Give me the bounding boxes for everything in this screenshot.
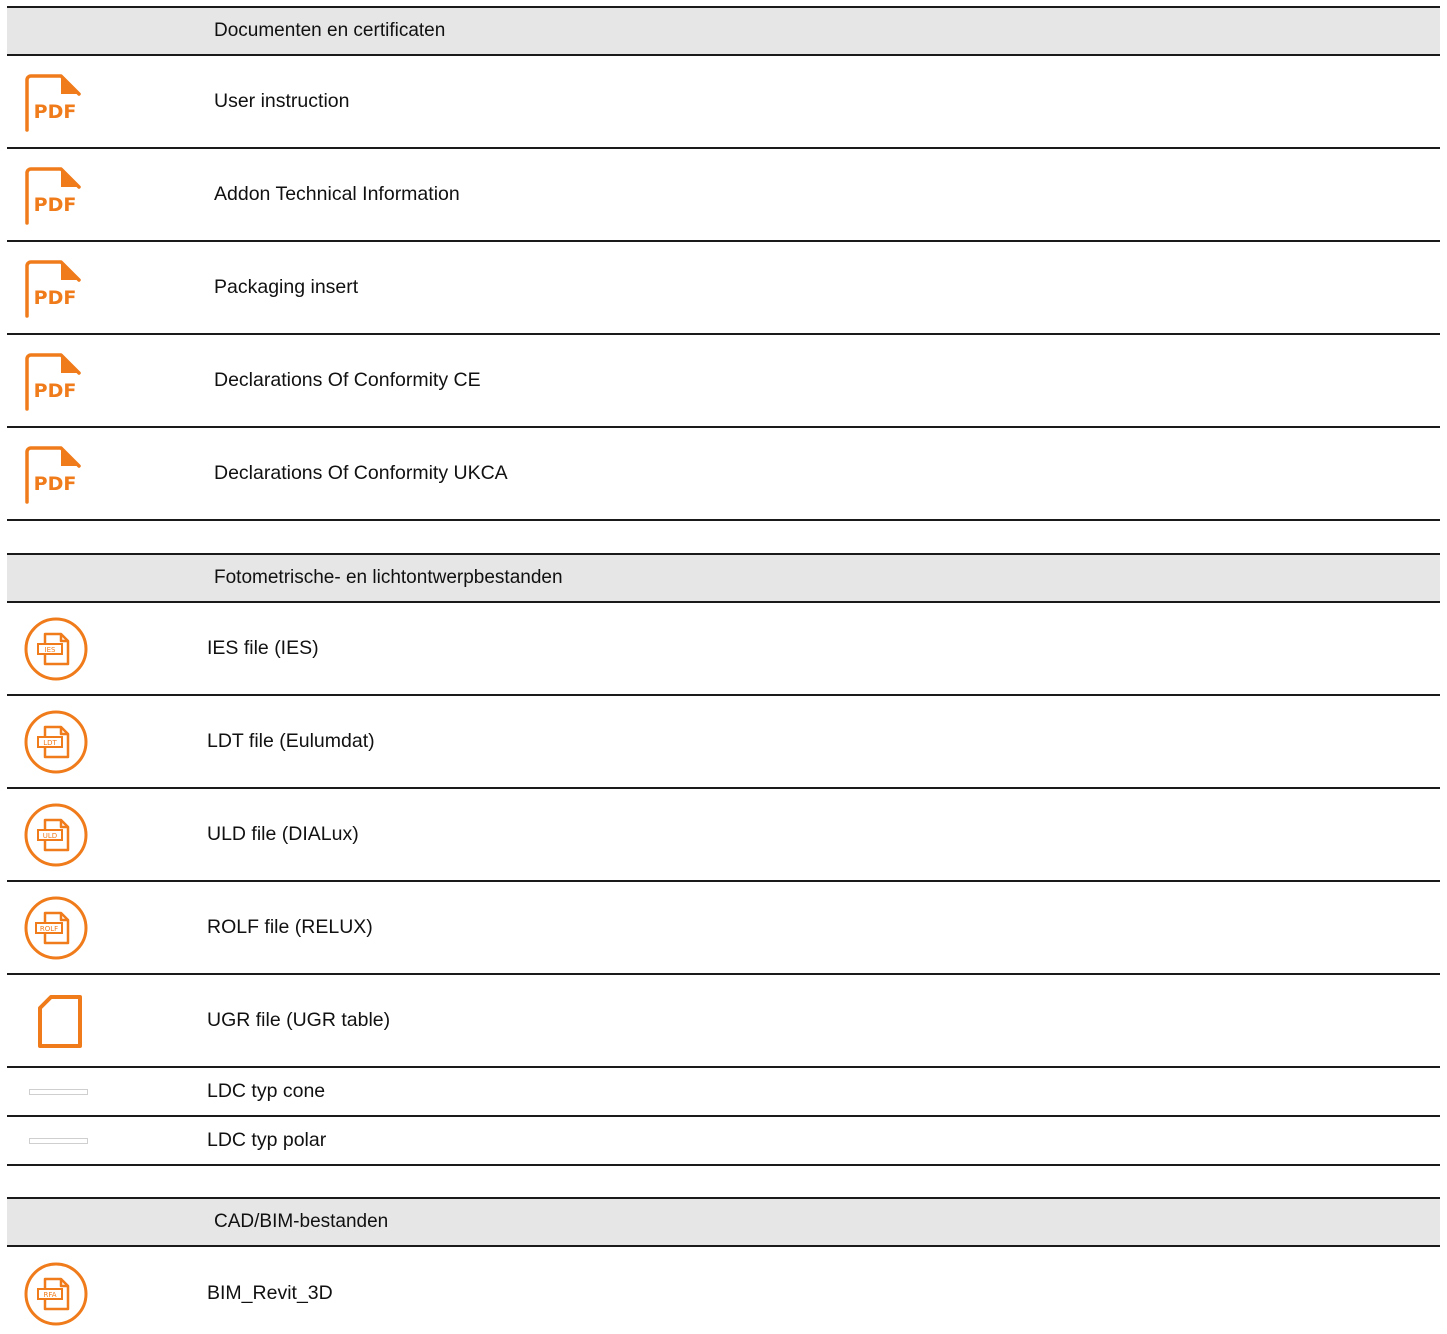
svg-text:RFA: RFA: [43, 1291, 56, 1299]
item-label[interactable]: ULD file (DIALux): [207, 823, 359, 845]
pdf-file-icon: PDF: [23, 349, 87, 413]
rolf-file-icon: ROLF: [23, 895, 89, 961]
section-photometric: Fotometrische- en lichtontwerpbestanden …: [7, 553, 1440, 1166]
section-header: CAD/BIM-bestanden: [7, 1197, 1440, 1247]
list-item[interactable]: PDF Declarations Of Conformity UKCA: [7, 428, 1440, 521]
list-item[interactable]: LDC typ polar: [7, 1117, 1440, 1166]
downloads-page: Documenten en certificaten PDF User inst…: [7, 0, 1440, 1334]
pdf-file-icon: PDF: [23, 70, 87, 134]
item-label[interactable]: User instruction: [214, 90, 349, 112]
section-header: Fotometrische- en lichtontwerpbestanden: [7, 553, 1440, 603]
section-cad-bim: CAD/BIM-bestanden RFA BIM_Revit_3D: [7, 1197, 1440, 1334]
image-placeholder-icon: [29, 1087, 89, 1097]
section-title: CAD/BIM-bestanden: [214, 1211, 389, 1232]
section-title: Fotometrische- en lichtontwerpbestanden: [214, 567, 563, 588]
item-label[interactable]: Addon Technical Information: [214, 183, 460, 205]
item-label[interactable]: Declarations Of Conformity UKCA: [214, 462, 508, 484]
svg-text:IES: IES: [45, 646, 56, 654]
svg-text:LDT: LDT: [43, 739, 57, 747]
item-label[interactable]: IES file (IES): [207, 637, 319, 659]
section-header: Documenten en certificaten: [7, 6, 1440, 56]
svg-text:PDF: PDF: [34, 194, 77, 216]
list-item[interactable]: UGR file (UGR table): [7, 975, 1440, 1068]
item-label[interactable]: LDC typ cone: [207, 1080, 325, 1102]
item-label[interactable]: UGR file (UGR table): [207, 1009, 390, 1031]
pdf-file-icon: PDF: [23, 256, 87, 320]
list-item[interactable]: ROLF ROLF file (RELUX): [7, 882, 1440, 975]
list-item[interactable]: LDC typ cone: [7, 1068, 1440, 1117]
svg-text:PDF: PDF: [34, 101, 77, 123]
item-label[interactable]: Packaging insert: [214, 276, 358, 298]
list-item[interactable]: PDF Addon Technical Information: [7, 149, 1440, 242]
item-label[interactable]: BIM_Revit_3D: [207, 1282, 333, 1304]
item-label[interactable]: LDC typ polar: [207, 1129, 326, 1151]
list-item[interactable]: LDT LDT file (Eulumdat): [7, 696, 1440, 789]
image-placeholder-icon: [29, 1136, 89, 1146]
list-item[interactable]: PDF Packaging insert: [7, 242, 1440, 335]
item-label[interactable]: Declarations Of Conformity CE: [214, 369, 481, 391]
svg-text:PDF: PDF: [34, 473, 77, 495]
list-item[interactable]: PDF User instruction: [7, 56, 1440, 149]
svg-text:PDF: PDF: [34, 380, 77, 402]
blank-file-icon: [23, 988, 89, 1054]
ies-file-icon: IES: [23, 616, 89, 682]
pdf-file-icon: PDF: [23, 442, 87, 506]
list-item[interactable]: RFA BIM_Revit_3D: [7, 1247, 1440, 1334]
svg-text:PDF: PDF: [34, 287, 77, 309]
svg-text:ULD: ULD: [43, 832, 57, 840]
item-label[interactable]: ROLF file (RELUX): [207, 916, 373, 938]
item-label[interactable]: LDT file (Eulumdat): [207, 730, 375, 752]
svg-text:ROLF: ROLF: [40, 925, 58, 933]
list-item[interactable]: IES IES file (IES): [7, 603, 1440, 696]
uld-file-icon: ULD: [23, 802, 89, 868]
list-item[interactable]: ULD ULD file (DIALux): [7, 789, 1440, 882]
pdf-file-icon: PDF: [23, 163, 87, 227]
ldt-file-icon: LDT: [23, 709, 89, 775]
list-item[interactable]: PDF Declarations Of Conformity CE: [7, 335, 1440, 428]
rfa-file-icon: RFA: [23, 1261, 89, 1327]
section-title: Documenten en certificaten: [214, 20, 446, 41]
section-documents: Documenten en certificaten PDF User inst…: [7, 6, 1440, 521]
